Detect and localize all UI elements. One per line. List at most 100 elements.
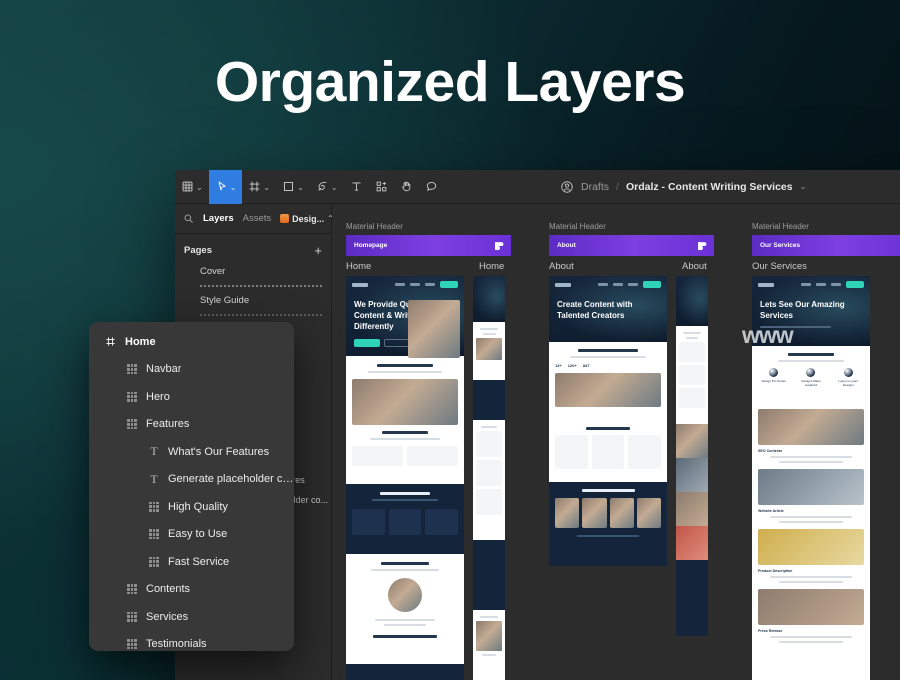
frame-group-about: Material Header About About About Create… [549,222,714,636]
page-bar: Homepage [346,235,511,256]
breadcrumb-drafts[interactable]: Drafts [581,181,609,193]
text-icon: T [150,471,158,486]
artboard-homepage-desktop[interactable]: We Provide Quality Content & Writing Wor… [346,276,464,680]
pages-title: Pages [184,245,212,256]
comment-tool-icon[interactable] [419,170,444,204]
canvas[interactable]: Material Header Homepage Home Home We Pr… [332,204,900,680]
hand-tool-icon[interactable] [394,170,419,204]
search-icon[interactable] [183,213,194,224]
screenshot-root: Organized Layers ⌄ ⌄ ⌄ ⌄ ⌄ Drafts / Orda… [0,0,900,680]
breadcrumb-file-name[interactable]: Ordalz - Content Writing Services [626,181,793,193]
plugin-icon [280,214,290,223]
mock-service: Product Description [758,569,793,573]
layer-label: Testimonials [146,638,207,651]
component-icon [127,364,137,375]
shape-tool-icon[interactable]: ⌄ [276,170,310,204]
mock-stat: 13+ [555,363,562,368]
pen-tool-icon[interactable]: ⌄ [310,170,344,204]
layer-label: Contents [146,583,191,596]
design-chip-label: Desig... [292,213,325,224]
frame-sub-caption: About [682,261,707,272]
mock-feature: Designs Make Leaderful [801,379,821,387]
tab-layers[interactable]: Layers [203,213,234,224]
mock-feature: Design Pro Series [761,379,786,383]
page-title: Organized Layers [214,50,686,114]
mock-service: Press Release [758,629,783,633]
layer-item-navbar[interactable]: Navbar [89,356,294,384]
layer-label: Home [125,335,156,348]
frame-caption: Material Header [752,222,809,231]
frame-group-our-services: Material Header Our Services Our Service… [752,222,900,680]
artboard-about-desktop[interactable]: Create Content with Talented Creators 13… [549,276,667,566]
frame-sub-caption: About [549,261,574,272]
frame-caption: Material Header [346,222,403,231]
layer-label: Hero [146,390,170,403]
frame-shots: Create Content with Talented Creators 13… [549,276,714,636]
page-bar: Our Services [752,235,900,256]
component-icon [127,584,137,595]
page-item-style-guide[interactable]: Style Guide [175,290,331,311]
text-tool-icon[interactable] [344,170,369,204]
page-item-cover[interactable]: Cover [175,261,331,282]
avatar[interactable] [560,180,574,194]
frame-sub-caption: Our Services [752,261,807,272]
mock-feature: Logos to Learn Designs [838,379,859,387]
layer-item-whats-our-features[interactable]: T What's Our Features [89,438,294,466]
layer-item-easy-to-use[interactable]: Easy to Use [89,521,294,549]
pages-header: Pages + [175,234,331,261]
frame-sub-caption: Home [479,261,505,272]
layer-item-features[interactable]: Features [89,411,294,439]
layer-item-contents[interactable]: Contents [89,576,294,604]
layer-item-fast-service[interactable]: Fast Service [89,548,294,576]
frame-tool-icon[interactable]: ⌄ [242,170,276,204]
page-bar-label: Our Services [760,242,801,249]
layer-label: High Quality [168,500,228,513]
page-bar-label: About [557,242,576,249]
layer-item-testimonials[interactable]: Testimonials [89,631,294,652]
layer-label: What's Our Features [168,445,270,458]
artboard-homepage-mobile[interactable] [473,276,505,680]
artboard-services-desktop[interactable]: Lets See Our Amazing Services Design Pro… [752,276,870,680]
component-icon [149,556,159,567]
figma-menu-icon[interactable]: ⌄ [175,170,209,204]
frame-caption: Material Header [549,222,606,231]
resources-tool-icon[interactable] [369,170,394,204]
sidebar-tabs: Layers Assets Desig... ⌃ [175,204,334,234]
frame-icon [105,336,116,347]
figma-logo-icon [698,240,707,258]
divider [200,285,322,287]
divider [200,314,322,316]
layer-item-home[interactable]: Home [89,328,294,356]
move-tool-icon[interactable]: ⌄ [208,170,243,204]
layer-label: Fast Service [168,555,230,568]
layer-item-hero[interactable]: Hero [89,383,294,411]
component-icon [127,611,137,622]
chevron-down-icon[interactable]: ⌄ [800,182,807,191]
chevron-down-icon[interactable]: ⌄ [297,183,304,192]
component-icon [149,501,159,512]
layer-item-high-quality[interactable]: High Quality [89,493,294,521]
chevron-down-icon[interactable]: ⌄ [196,183,203,192]
layer-item-generate-placeholder[interactable]: T Generate placeholder co... [89,466,294,494]
frame-shots: Lets See Our Amazing Services Design Pro… [752,276,900,680]
layer-label: Features [146,418,190,431]
layer-label: Generate placeholder co... [168,473,294,486]
artboard-about-mobile[interactable] [676,276,708,636]
page-bar-label: Homepage [354,242,388,249]
layer-item-services[interactable]: Services [89,603,294,631]
frame-sub-caption: Home [346,261,372,272]
design-plugin-chip[interactable]: Desig... ⌃ [280,214,334,224]
chevron-down-icon[interactable]: ⌄ [230,183,237,192]
component-icon [127,391,137,402]
layers-popover[interactable]: Home Navbar Hero Features T What's Our F… [89,322,294,651]
chevron-down-icon[interactable]: ⌄ [263,183,270,192]
frame-shots: We Provide Quality Content & Writing Wor… [346,276,511,680]
add-page-button[interactable]: + [314,244,322,257]
chevron-down-icon[interactable]: ⌄ [331,183,338,192]
breadcrumb-separator: / [616,180,619,193]
toolbar: ⌄ ⌄ ⌄ ⌄ ⌄ Drafts / Ordalz - Content Writ… [175,170,900,204]
mock-headline: Lets See Our Amazing Services [760,300,845,320]
tab-assets[interactable]: Assets [243,213,272,224]
layer-label: Easy to Use [168,528,228,541]
mock-stat: 847 [582,363,590,368]
